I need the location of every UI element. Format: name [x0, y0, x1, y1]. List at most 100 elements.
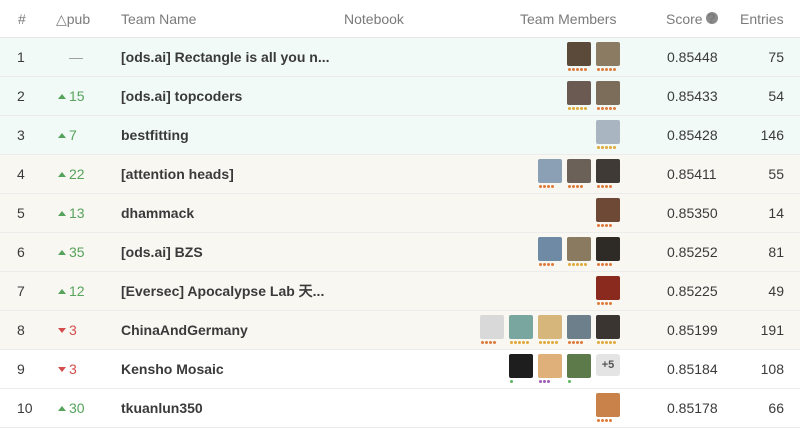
tier-dots — [481, 341, 496, 344]
tier-dots — [539, 341, 558, 344]
tier-dot — [601, 302, 604, 305]
tier-dot — [580, 185, 583, 188]
avatar[interactable] — [538, 354, 562, 383]
tier-dot — [605, 107, 608, 110]
score-cell: 0.85252 — [667, 244, 718, 260]
tier-dot — [580, 68, 583, 71]
tier-dot — [543, 341, 546, 344]
team-name-link[interactable]: bestfitting — [121, 116, 189, 154]
score-column-header[interactable]: Score? — [666, 11, 718, 27]
rank-column-header[interactable]: # — [18, 11, 26, 27]
arrow-up-icon — [58, 406, 66, 411]
avatar[interactable] — [567, 354, 591, 383]
tier-dot — [597, 185, 600, 188]
team-name-link[interactable]: [ods.ai] Rectangle is all you n... — [121, 38, 330, 76]
avatar[interactable] — [596, 42, 620, 71]
leaderboard-row[interactable]: 9 3 Kensho Mosaic +5 0.85184 108 — [0, 350, 800, 389]
leaderboard-row[interactable]: 8 3 ChinaAndGermany 0.85199 191 — [0, 311, 800, 350]
avatar[interactable] — [596, 81, 620, 110]
tier-dot — [514, 341, 517, 344]
delta-cell: 35 — [58, 233, 98, 271]
leaderboard-rows: 1 — [ods.ai] Rectangle is all you n... 0.85… — [0, 38, 800, 428]
avatar[interactable] — [596, 393, 620, 422]
delta-value: 13 — [69, 205, 85, 221]
tier-dot — [605, 185, 608, 188]
delta-value: 15 — [69, 88, 85, 104]
rank-cell: 4 — [17, 166, 25, 182]
team-members-column-header: Team Members — [520, 11, 617, 27]
avatar[interactable] — [567, 159, 591, 188]
tier-dot — [572, 68, 575, 71]
tier-dot — [576, 107, 579, 110]
team-name-link[interactable]: [ods.ai] BZS — [121, 233, 203, 271]
tier-dot — [568, 68, 571, 71]
avatar[interactable] — [567, 237, 591, 266]
tier-dot — [551, 263, 554, 266]
tier-dot — [539, 341, 542, 344]
tier-dots — [597, 263, 612, 266]
avatar[interactable] — [596, 198, 620, 227]
team-name-link[interactable]: ChinaAndGermany — [121, 311, 248, 349]
more-members-badge[interactable]: +5 — [596, 354, 620, 376]
tier-dot — [613, 68, 616, 71]
team-name-link[interactable]: [attention heads] — [121, 155, 234, 193]
tier-dot — [493, 341, 496, 344]
tier-dot — [510, 341, 513, 344]
team-name-link[interactable]: tkuanlun350 — [121, 389, 203, 427]
delta-cell: 7 — [58, 116, 98, 154]
team-members — [596, 276, 620, 306]
entries-column-header[interactable]: Entries — [740, 11, 784, 27]
tier-dot — [551, 341, 554, 344]
avatar[interactable] — [509, 354, 533, 383]
avatar[interactable] — [538, 159, 562, 188]
tier-dot — [584, 263, 587, 266]
leaderboard-row[interactable]: 4 22 [attention heads] 0.85411 55 — [0, 155, 800, 194]
info-icon[interactable]: ? — [705, 11, 718, 25]
avatar[interactable] — [509, 315, 533, 344]
tier-dot — [555, 341, 558, 344]
avatar[interactable] — [596, 120, 620, 149]
delta-cell: 3 — [58, 311, 98, 349]
team-name-link[interactable]: dhammack — [121, 194, 194, 232]
leaderboard-row[interactable]: 7 12 [Eversec] Apocalypse Lab 天... 0.85225 4… — [0, 272, 800, 311]
tier-dot — [522, 341, 525, 344]
tier-dot — [547, 263, 550, 266]
avatar[interactable] — [567, 42, 591, 71]
tier-dot — [601, 341, 604, 344]
avatar[interactable] — [596, 159, 620, 188]
leaderboard-row[interactable]: 5 13 dhammack 0.85350 14 — [0, 194, 800, 233]
tier-dots — [597, 419, 612, 422]
tier-dot — [543, 380, 546, 383]
tier-dot — [613, 107, 616, 110]
avatar[interactable] — [596, 237, 620, 266]
team-name-column-header[interactable]: Team Name — [121, 11, 196, 27]
avatar[interactable] — [567, 315, 591, 344]
avatar[interactable] — [538, 237, 562, 266]
leaderboard-row[interactable]: 2 15 [ods.ai] topcoders 0.85433 54 — [0, 77, 800, 116]
delta-value: 22 — [69, 166, 85, 182]
team-members — [480, 315, 620, 345]
leaderboard-row[interactable]: 3 7 bestfitting 0.85428 146 — [0, 116, 800, 155]
score-cell: 0.85428 — [667, 127, 718, 143]
leaderboard-row[interactable]: 6 35 [ods.ai] BZS 0.85252 81 — [0, 233, 800, 272]
avatar[interactable] — [596, 315, 620, 344]
delta-cell: 3 — [58, 350, 98, 388]
delta-column-header[interactable]: △pub — [56, 11, 90, 28]
avatar[interactable] — [480, 315, 504, 344]
leaderboard-row[interactable]: 10 30 tkuanlun350 0.85178 66 — [0, 389, 800, 428]
tier-dot — [609, 302, 612, 305]
leaderboard-row[interactable]: 1 — [ods.ai] Rectangle is all you n... 0.85… — [0, 38, 800, 77]
team-members: +5 — [509, 354, 620, 384]
team-name-link[interactable]: [Eversec] Apocalypse Lab 天... — [121, 272, 324, 310]
tier-dot — [613, 146, 616, 149]
entries-cell: 81 — [768, 244, 784, 260]
team-name-link[interactable]: Kensho Mosaic — [121, 350, 224, 388]
delta-cell: 13 — [58, 194, 98, 232]
avatar[interactable] — [596, 276, 620, 305]
arrow-up-icon — [58, 211, 66, 216]
avatar[interactable] — [538, 315, 562, 344]
tier-dots — [597, 185, 612, 188]
avatar[interactable] — [567, 81, 591, 110]
entries-cell: 108 — [760, 361, 784, 377]
team-name-link[interactable]: [ods.ai] topcoders — [121, 77, 242, 115]
